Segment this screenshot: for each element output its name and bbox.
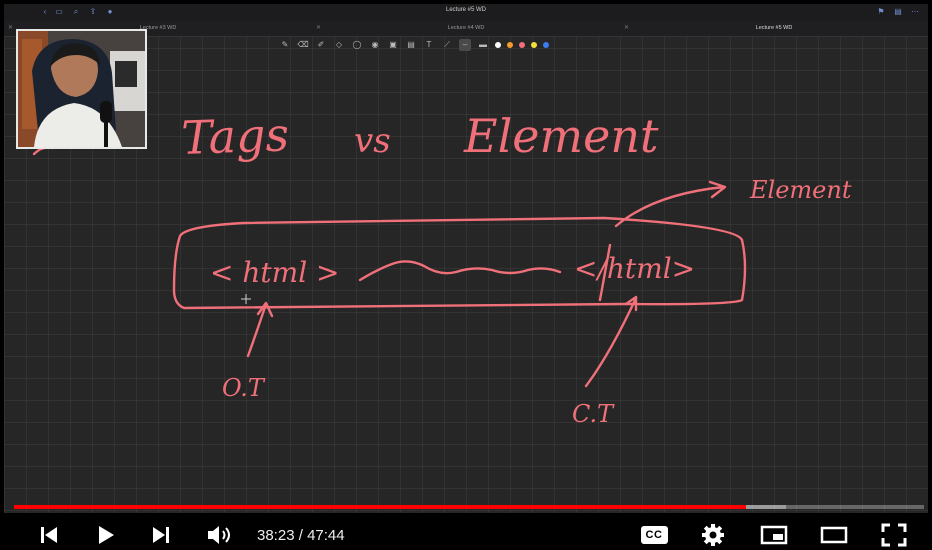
played-bar	[14, 505, 746, 509]
opening-tag-arrow	[246, 302, 268, 358]
cc-label: CC	[645, 529, 663, 541]
opening-tag-snippet: < html >	[210, 256, 340, 289]
fullscreen-button[interactable]	[878, 520, 910, 550]
previous-button[interactable]	[36, 520, 62, 550]
closing-tag-arrow	[584, 296, 638, 388]
heading-element: Element	[463, 109, 659, 163]
theater-mode-button[interactable]	[818, 520, 850, 550]
seek-bar[interactable]	[14, 505, 924, 509]
presenter-figure	[18, 31, 145, 147]
heading-tags: Tags	[180, 107, 289, 165]
duration: 47:44	[307, 527, 345, 544]
gear-icon	[702, 524, 724, 546]
current-time: 38:23	[257, 527, 295, 544]
play-icon	[99, 526, 114, 544]
squiggle-content	[358, 260, 562, 282]
skip-previous-icon	[41, 527, 57, 543]
time-display: 38:23 / 47:44	[257, 527, 345, 544]
next-button[interactable]	[148, 520, 174, 550]
video-frame[interactable]: ‹ ▭ ⌕ ⇪ ● Lecture #5 WD ⚑ ▤ ⋯ ✕ Lecture …	[4, 4, 928, 513]
theater-mode-icon	[820, 526, 848, 544]
label-closing-tag: C.T	[572, 400, 615, 428]
settings-button[interactable]	[698, 520, 728, 550]
label-opening-tag: O.T	[222, 374, 266, 402]
volume-icon	[208, 526, 230, 544]
volume-button[interactable]	[205, 520, 235, 550]
miniplayer-button[interactable]	[758, 520, 790, 550]
play-button[interactable]	[92, 520, 120, 550]
miniplayer-icon	[760, 525, 788, 545]
fullscreen-icon	[881, 523, 907, 547]
skip-next-icon	[153, 527, 169, 543]
subtitles-button[interactable]: CC	[639, 520, 669, 550]
heading-vs: vs	[354, 121, 391, 161]
cursor-icon	[241, 294, 251, 304]
video-player[interactable]: ‹ ▭ ⌕ ⇪ ● Lecture #5 WD ⚑ ▤ ⋯ ✕ Lecture …	[0, 0, 932, 550]
closing-tag-snippet: </html>	[574, 252, 695, 285]
label-element: Element	[749, 176, 852, 204]
webcam-overlay	[16, 29, 147, 149]
closed-captions-icon: CC	[640, 526, 668, 544]
player-controls: 38:23 / 47:44 CC	[0, 518, 932, 550]
